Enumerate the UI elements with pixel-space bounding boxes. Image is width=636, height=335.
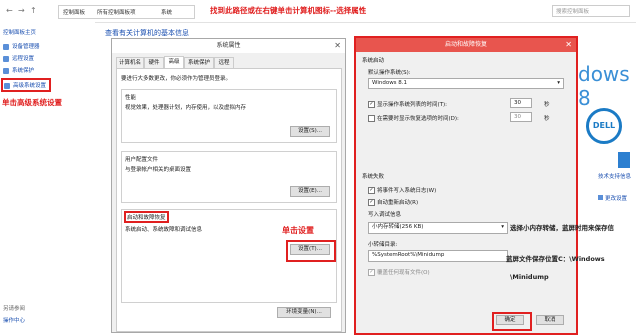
cancel-button[interactable]: 取消 xyxy=(536,315,564,325)
checkbox-unchecked[interactable] xyxy=(368,115,375,122)
dump-dir-annotation-cont: \Minidump xyxy=(510,273,549,281)
dump-dir-annotation: 蓝屏文件保存位置C：\Windows xyxy=(506,255,605,263)
write-event-option[interactable]: ✓ 将事件写入系统日志(W) xyxy=(368,186,436,194)
environment-variables-button[interactable]: 环境变量(N)... xyxy=(277,307,331,318)
support-link[interactable]: 技术支持信息 xyxy=(598,172,631,180)
option-label: 将事件写入系统日志(W) xyxy=(377,188,437,194)
sidebar-item-device-manager[interactable]: 设备管理器 xyxy=(3,42,40,50)
nav-label: 远程设置 xyxy=(12,56,35,62)
see-also-label: 另请参阅 xyxy=(3,306,26,312)
checkbox-checked[interactable]: ✓ xyxy=(368,199,375,206)
nav-label: 系统保护 xyxy=(12,68,35,74)
dialog-title-text: 系统属性 xyxy=(216,42,241,49)
checkbox-disabled[interactable]: ✓ xyxy=(368,269,375,276)
forward-arrow-icon[interactable]: → xyxy=(18,6,25,15)
change-settings-link[interactable]: 更改设置 xyxy=(598,194,627,202)
auto-restart-option[interactable]: ✓ 自动重新启动(R) xyxy=(368,198,418,206)
shield-icon xyxy=(4,82,10,89)
option-label: 在需要时显示恢复选项的时间(D): xyxy=(377,116,459,122)
seconds-label: 秒 xyxy=(544,102,550,108)
sidebar-item-advanced[interactable]: 高级系统设置 xyxy=(1,78,52,92)
dialog-title: 启动和故障恢复 ✕ xyxy=(356,38,576,52)
system-failure-group: 系统失败 ✓ 将事件写入系统日志(W) ✓ 自动重新启动(R) 写入调试信息 小内存… xyxy=(362,172,568,302)
nav-label: 设备管理器 xyxy=(12,44,40,50)
debug-info-label: 写入调试信息 xyxy=(368,212,402,218)
chevron-down-icon: ▾ xyxy=(501,224,504,230)
sidebar-item-protection[interactable]: 系统保护 xyxy=(3,66,34,74)
address-bar: ← → ↑ 控制面板 所有控制面板项 系统 找到此路径或在右键单击计算机图标--… xyxy=(0,0,636,23)
performance-settings-button[interactable]: 设置(S)... xyxy=(290,126,330,137)
windows-logo-text: dows 8 xyxy=(578,62,630,110)
startup-recovery-group: 启动和故障恢复 系统启动、系统故障和调试信息 单击设置 设置(T)... xyxy=(121,209,337,303)
shield-icon xyxy=(3,55,9,62)
seconds-label: 秒 xyxy=(544,116,550,122)
checkbox-checked[interactable]: ✓ xyxy=(368,101,375,108)
up-arrow-icon[interactable]: ↑ xyxy=(30,6,37,15)
search-input[interactable]: 搜索控制面板 xyxy=(552,5,630,17)
startup-recovery-dialog: 启动和故障恢复 ✕ 系统启动 默认操作系统(S): Windows 8.1 ▾ ✓ 显… xyxy=(354,36,578,335)
show-recovery-option[interactable]: 在需要时显示恢复选项的时间(D): xyxy=(368,114,459,122)
select-value: 小内存转储(256 KB) xyxy=(372,224,424,230)
shield-icon xyxy=(598,195,603,200)
windows-flag-icon xyxy=(618,152,630,168)
path-annotation: 找到此路径或在右键单击计算机图标--选择属性 xyxy=(210,6,367,15)
dell-logo: DELL xyxy=(586,108,622,144)
breadcrumb-item[interactable]: 系统 xyxy=(161,8,172,16)
option-label: 自动重新启动(R) xyxy=(377,200,419,206)
show-list-option[interactable]: ✓ 显示操作系统列表的时间(T): xyxy=(368,100,447,108)
group-desc: 视觉效果，处理器计划，内存使用，以及虚拟内存 xyxy=(125,105,247,111)
page-title: 查看有关计算机的基本信息 xyxy=(105,29,189,37)
ok-button[interactable]: 确定 xyxy=(496,315,524,325)
tab-advanced[interactable]: 高级 xyxy=(164,56,184,68)
group-title: 启动和故障恢复 xyxy=(124,211,169,223)
user-profile-group: 用户配置文件 与登录帐户相关的桌面设置 设置(E)... xyxy=(121,151,337,203)
profile-settings-button[interactable]: 设置(E)... xyxy=(290,186,330,197)
shield-icon xyxy=(3,67,9,74)
dialog-title-text: 启动和故障恢复 xyxy=(444,41,487,48)
group-desc: 系统启动、系统故障和调试信息 xyxy=(125,227,203,233)
default-os-label: 默认操作系统(S): xyxy=(368,70,411,76)
group-title: 性能 xyxy=(125,95,137,101)
group-title: 系统失败 xyxy=(362,174,385,180)
close-icon[interactable]: ✕ xyxy=(565,38,572,52)
dialog-title: 系统属性 ✕ xyxy=(112,39,345,53)
admin-notice: 要进行大多数更改，你必须作为管理员登录。 xyxy=(121,76,232,82)
group-title: 用户配置文件 xyxy=(125,157,159,163)
dump-type-select[interactable]: 小内存转储(256 KB) ▾ xyxy=(368,222,508,234)
option-label: 覆盖任何现有文件(O) xyxy=(377,270,430,276)
show-recovery-seconds-input[interactable]: 30 xyxy=(510,112,532,122)
system-startup-group: 系统启动 默认操作系统(S): Windows 8.1 ▾ ✓ 显示操作系统列表的时… xyxy=(362,56,568,156)
checkbox-checked[interactable]: ✓ xyxy=(368,187,375,194)
link-label: 更改设置 xyxy=(605,196,628,202)
dump-dir-input[interactable]: %SystemRoot%\Minidump xyxy=(368,250,508,262)
dump-dir-label: 小转储目录: xyxy=(368,242,398,248)
option-label: 显示操作系统列表的时间(T): xyxy=(377,102,448,108)
chevron-down-icon: ▾ xyxy=(557,80,560,86)
settings-annotation: 单击设置 xyxy=(282,226,314,235)
breadcrumb-item[interactable]: 控制面板 xyxy=(63,8,85,16)
close-icon[interactable]: ✕ xyxy=(334,39,341,53)
group-desc: 与登录帐户相关的桌面设置 xyxy=(125,167,192,173)
overwrite-option[interactable]: ✓ 覆盖任何现有文件(O) xyxy=(368,268,430,276)
nav-label: 高级系统设置 xyxy=(13,83,47,89)
back-arrow-icon[interactable]: ← xyxy=(6,6,13,15)
device-manager-icon xyxy=(3,43,9,50)
sidebar-item-action-center[interactable]: 操作中心 xyxy=(3,316,25,324)
advanced-annotation: 单击高级系统设置 xyxy=(2,98,62,107)
tab-panel: 要进行大多数更改，你必须作为管理员登录。 性能 视觉效果，处理器计划，内存使用，… xyxy=(116,68,342,332)
performance-group: 性能 视觉效果，处理器计划，内存使用，以及虚拟内存 设置(S)... xyxy=(121,89,337,143)
group-title: 系统启动 xyxy=(362,58,385,64)
startup-settings-button[interactable]: 设置(T)... xyxy=(290,244,330,255)
breadcrumb-item[interactable]: 所有控制面板项 xyxy=(97,8,136,16)
sidebar: 控制面板主页 设备管理器 远程设置 系统保护 高级系统设置 单击高级系统设置 另… xyxy=(0,22,95,331)
show-list-seconds-input[interactable]: 30 xyxy=(510,98,532,108)
breadcrumb[interactable]: 控制面板 所有控制面板项 系统 xyxy=(58,5,195,19)
dump-type-annotation: 选择小内存转储，蓝屏时用来保存信 xyxy=(510,224,614,232)
system-properties-dialog: 系统属性 ✕ 计算机名 硬件 高级 系统保护 远程 要进行大多数更改，你必须作为管… xyxy=(111,38,346,333)
nav-home[interactable]: 控制面板主页 xyxy=(3,28,36,36)
select-value: Windows 8.1 xyxy=(372,80,408,86)
default-os-select[interactable]: Windows 8.1 ▾ xyxy=(368,78,564,89)
sidebar-item-remote[interactable]: 远程设置 xyxy=(3,54,34,62)
